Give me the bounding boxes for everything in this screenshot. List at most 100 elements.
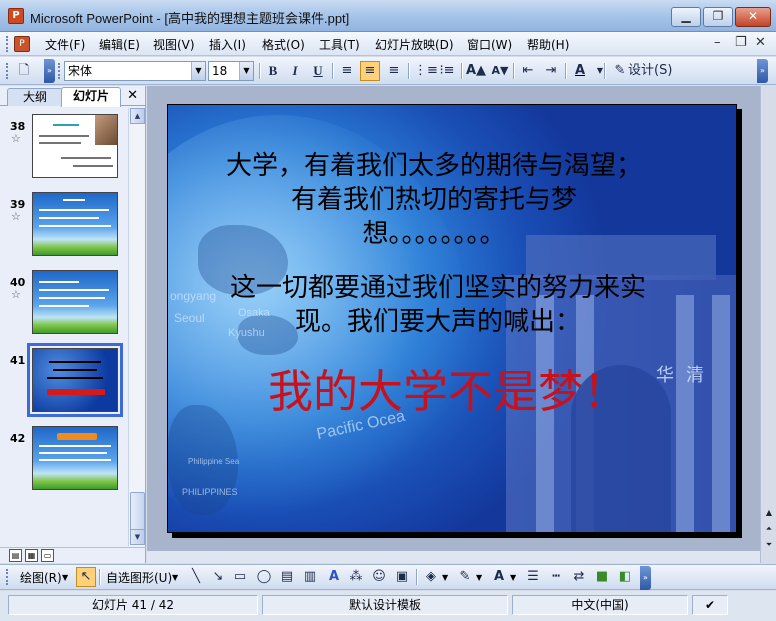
thumb-text-line [39, 142, 81, 144]
arrow-tool-icon[interactable]: ↘ [208, 567, 228, 587]
toolbar-separator [604, 63, 605, 79]
restore-button[interactable]: ❐ [703, 7, 733, 27]
align-left-icon[interactable]: ≡ [337, 61, 357, 81]
line-style-icon[interactable]: ☰ [523, 567, 543, 587]
next-slide-icon[interactable]: ⏷ [762, 538, 776, 552]
menu-format[interactable]: 格式(O) [262, 36, 305, 53]
chevron-down-icon[interactable]: ▼ [191, 62, 205, 80]
menu-slideshow[interactable]: 幻灯片放映(D) [375, 36, 454, 53]
chevron-down-icon[interactable]: ▼ [62, 569, 68, 587]
shadow-style-icon[interactable]: ■ [592, 567, 612, 587]
slide-thumbnail-38[interactable] [32, 114, 118, 178]
design-icon[interactable]: ✎ [610, 61, 630, 81]
decrease-indent-icon[interactable]: ⇤ [518, 61, 538, 81]
numbered-list-icon[interactable]: ⋮≡ [414, 61, 438, 81]
rectangle-tool-icon[interactable]: ▭ [230, 567, 250, 587]
toolbar-grip[interactable] [6, 63, 9, 79]
tab-slides[interactable]: 幻灯片 [61, 87, 121, 107]
wordart-tool-icon[interactable]: A [324, 567, 344, 587]
slide-text-paragraph-1[interactable]: 大学，有着我们太多的期待与渴望；有着我们热切的寄托与梦想。。。。。。。。 [224, 149, 644, 251]
spelling-check-icon[interactable]: ✔ [692, 595, 728, 615]
toolbar-options-chevron-icon[interactable]: » [757, 59, 768, 83]
new-document-icon[interactable]: 🗋 [14, 61, 34, 81]
decrease-font-icon[interactable]: A▼ [490, 61, 510, 81]
status-design-template[interactable]: 默认设计模板 [262, 595, 508, 615]
tab-outline[interactable]: 大纲 [7, 88, 63, 106]
align-center-icon[interactable]: ≡ [360, 61, 380, 81]
menu-window[interactable]: 窗口(W) [467, 36, 512, 53]
menu-insert[interactable]: 插入(I) [209, 36, 246, 53]
doc-close-button[interactable]: ✕ [755, 35, 766, 50]
3d-style-icon[interactable]: ◧ [615, 567, 635, 587]
chevron-down-icon[interactable]: ▼ [476, 569, 482, 587]
underline-button[interactable]: U [308, 61, 328, 81]
window-title: Microsoft PowerPoint - [高中我的理想主题班会课件.ppt… [30, 11, 350, 26]
current-slide[interactable]: ongyang Seoul Kyushu Osaka Pacific Ocea … [167, 104, 737, 533]
scroll-up-icon[interactable]: ▲ [762, 506, 776, 520]
scroll-up-icon[interactable]: ▲ [130, 108, 145, 124]
toolbar-grip[interactable] [58, 63, 61, 79]
scrollbar-thumb[interactable] [130, 492, 145, 532]
toolbar-options-chevron-icon[interactable]: » [44, 59, 55, 83]
increase-font-icon[interactable]: A▲ [466, 61, 486, 81]
autoshapes-menu-button[interactable]: 自选图形(U) [106, 569, 172, 587]
fill-color-icon[interactable]: ◈ [421, 567, 441, 587]
toolbar-grip[interactable] [6, 569, 9, 585]
slide-sorter-view-icon[interactable]: ▦ [25, 549, 38, 562]
close-icon[interactable]: ✕ [127, 88, 138, 103]
font-color-icon[interactable]: A [570, 61, 590, 81]
draw-menu-button[interactable]: 绘图(R) [20, 569, 62, 587]
bullet-list-icon[interactable]: ⁝≡ [437, 61, 457, 81]
design-button[interactable]: 设计(S) [628, 61, 674, 81]
slide-text-headline[interactable]: 我的大学不是梦！ [208, 367, 688, 417]
picture-tool-icon[interactable]: ▣ [392, 567, 412, 587]
slideshow-view-icon[interactable]: ▭ [41, 549, 54, 562]
line-tool-icon[interactable]: ╲ [186, 567, 206, 587]
chevron-down-icon[interactable]: ▼ [590, 61, 610, 81]
menu-grip[interactable] [6, 36, 9, 52]
chevron-down-icon[interactable]: ▼ [172, 569, 178, 587]
doc-restore-button[interactable]: ❐ [735, 35, 747, 50]
clipart-tool-icon[interactable]: ☺ [369, 567, 389, 587]
increase-indent-icon[interactable]: ⇥ [541, 61, 561, 81]
align-right-icon[interactable]: ≡ [384, 61, 404, 81]
vertical-scrollbar[interactable]: ▲ ⏶ ⏷ [760, 86, 776, 563]
italic-button[interactable]: I [285, 61, 305, 81]
slide-thumbnail-42[interactable] [32, 426, 118, 490]
select-pointer-icon[interactable]: ↖ [76, 567, 96, 587]
slide-thumbnail-40[interactable] [32, 270, 118, 334]
slide-thumbnail-41[interactable] [27, 343, 123, 417]
chevron-down-icon[interactable]: ▼ [442, 569, 448, 587]
menu-view[interactable]: 视图(V) [153, 36, 195, 53]
slides-pane-scrollbar[interactable]: ▲ ▼ [128, 108, 145, 546]
minimize-button[interactable]: ▁ [671, 7, 701, 27]
oval-tool-icon[interactable]: ◯ [254, 567, 274, 587]
menu-file[interactable]: 文件(F) [45, 36, 85, 53]
diagram-tool-icon[interactable]: ⁂ [346, 567, 366, 587]
vertical-textbox-tool-icon[interactable]: ▥ [300, 567, 320, 587]
horizontal-scrollbar[interactable] [147, 551, 760, 563]
slide-thumbnail-39[interactable] [32, 192, 118, 256]
chevron-down-icon[interactable]: ▼ [510, 569, 516, 587]
powerpoint-app-icon[interactable]: P [8, 8, 24, 24]
font-color-icon[interactable]: A [489, 567, 509, 587]
font-name-select[interactable]: 宋体 ▼ [64, 61, 206, 81]
menu-edit[interactable]: 编辑(E) [99, 36, 140, 53]
line-color-icon[interactable]: ✎ [455, 567, 475, 587]
menu-help[interactable]: 帮助(H) [527, 36, 569, 53]
textbox-tool-icon[interactable]: ▤ [277, 567, 297, 587]
font-size-select[interactable]: 18 ▼ [208, 61, 254, 81]
scroll-down-icon[interactable]: ▼ [130, 529, 145, 545]
doc-minimize-button[interactable]: – [714, 35, 721, 50]
menu-tools[interactable]: 工具(T) [319, 36, 360, 53]
document-icon[interactable]: P [14, 36, 30, 52]
normal-view-icon[interactable]: ▤ [9, 549, 22, 562]
bold-button[interactable]: B [263, 61, 283, 81]
chevron-down-icon[interactable]: ▼ [239, 62, 253, 80]
toolbar-options-chevron-icon[interactable]: » [640, 566, 651, 590]
slide-text-paragraph-2[interactable]: 这一切都要通过我们坚实的努力来实现。我们要大声的喊出： [218, 271, 658, 339]
arrow-style-icon[interactable]: ⇄ [569, 567, 589, 587]
previous-slide-icon[interactable]: ⏶ [762, 522, 776, 536]
close-button[interactable]: ✕ [735, 7, 771, 27]
dash-style-icon[interactable]: ┅ [546, 567, 566, 587]
